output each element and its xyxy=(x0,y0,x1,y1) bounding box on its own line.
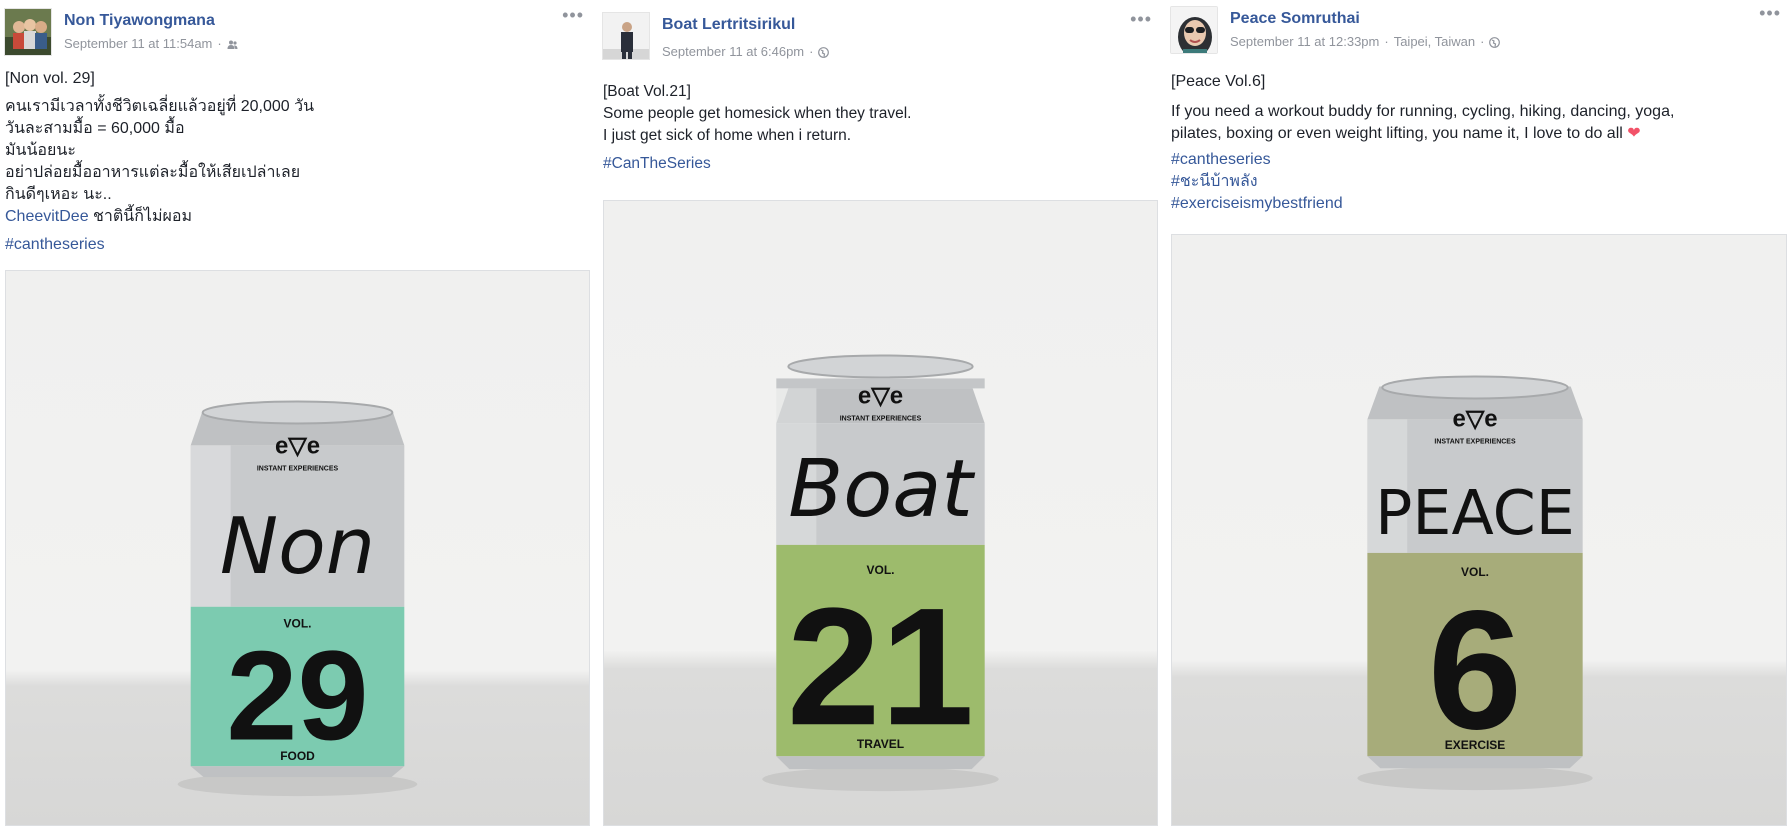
author-name[interactable]: Non Tiyawongmana xyxy=(64,12,215,30)
globe-icon[interactable] xyxy=(1489,36,1501,48)
can-category: FOOD xyxy=(280,749,315,763)
can-brand: e▽e xyxy=(1453,405,1498,432)
can-category: EXERCISE xyxy=(1445,738,1505,752)
text-line: [Boat Vol.21] xyxy=(603,83,691,100)
text-line: [Peace Vol.6] xyxy=(1171,73,1266,90)
timestamp[interactable]: September 11 at 6:46pm xyxy=(662,44,804,59)
text-line: pilates, boxing or even weight lifting, … xyxy=(1171,125,1623,142)
text-line-with-heart: pilates, boxing or even weight lifting, … xyxy=(1171,123,1779,145)
friends-icon[interactable] xyxy=(227,38,238,49)
can-number: 21 xyxy=(787,573,974,761)
author-name[interactable]: Peace Somruthai xyxy=(1230,10,1360,28)
can-illustration: e▽e INSTANT EXPERIENCES Boat VOL. 21 TRA… xyxy=(762,354,999,792)
hashtag-link[interactable]: #CanTheSeries xyxy=(603,153,1150,175)
can-brand-sub: INSTANT EXPERIENCES xyxy=(257,465,339,472)
can-number: 29 xyxy=(226,624,368,767)
text-line: [Non vol. 29] xyxy=(5,70,95,87)
hashtag-link[interactable]: #ชะนีบ้าพลัง xyxy=(1171,171,1779,193)
tag-suffix: ชาตินี้ก็ไม่ผอม xyxy=(88,208,193,225)
can-brand: e▽e xyxy=(858,382,903,409)
timestamp[interactable]: September 11 at 11:54am xyxy=(64,36,212,51)
post-photo[interactable]: e▽e INSTANT EXPERIENCES Boat VOL. 21 TRA… xyxy=(603,200,1158,826)
post-text: [Peace Vol.6] If you need a workout budd… xyxy=(1171,71,1779,215)
more-options-button[interactable]: ••• xyxy=(1759,4,1781,22)
can-name: Non xyxy=(220,502,375,592)
text-line: วันละสามมื้อ = 60,000 มื้อ xyxy=(5,120,185,137)
text-line: กินดีๆเหอะ นะ.. xyxy=(5,186,112,203)
can-illustration: e▽e INSTANT EXPERIENCES PEACE VOL. 6 EXE… xyxy=(1357,375,1593,791)
heart-icon: ❤ xyxy=(1627,125,1641,142)
post-peace: Peace Somruthai September 11 at 12:33pm … xyxy=(1166,0,1787,834)
post-photo[interactable]: e▽e INSTANT EXPERIENCES Non VOL. 29 FOOD xyxy=(5,270,590,826)
can-category: TRAVEL xyxy=(857,737,904,751)
can-name: PEACE xyxy=(1375,477,1575,549)
avatar[interactable] xyxy=(602,12,650,60)
hashtag-link[interactable]: #cantheseries xyxy=(1171,149,1779,171)
avatar[interactable] xyxy=(4,8,52,56)
post-meta: September 11 at 11:54am · xyxy=(64,36,238,51)
post-text: [Non vol. 29] คนเรามีเวลาทั้งชีวิตเฉลี่ย… xyxy=(5,68,582,256)
text-line: มันน้อยนะ xyxy=(5,142,76,159)
text-line: อย่าปล่อยมื้ออาหารแต่ละมื้อให้เสียเปล่าเ… xyxy=(5,164,301,181)
text-line: I just get sick of home when i return. xyxy=(603,127,852,144)
more-options-button[interactable]: ••• xyxy=(562,6,584,24)
hashtag-link[interactable]: #cantheseries xyxy=(5,234,582,256)
timestamp[interactable]: September 11 at 12:33pm xyxy=(1230,34,1379,49)
post-header: Boat Lertritsirikul September 11 at 6:46… xyxy=(602,10,1154,64)
author-name[interactable]: Boat Lertritsirikul xyxy=(662,16,795,34)
tagged-page-link[interactable]: CheevitDee xyxy=(5,208,89,225)
can-illustration: e▽e INSTANT EXPERIENCES Non VOL. 29 FOOD xyxy=(177,400,418,797)
post-header: Peace Somruthai September 11 at 12:33pm … xyxy=(1170,4,1783,58)
post-meta: September 11 at 6:46pm · xyxy=(662,44,830,59)
can-brand-sub: INSTANT EXPERIENCES xyxy=(1434,438,1516,445)
hashtag-link[interactable]: #exerciseismybestfriend xyxy=(1171,193,1779,215)
can-number: 6 xyxy=(1428,575,1522,764)
post-header: Non Tiyawongmana September 11 at 11:54am… xyxy=(4,6,586,60)
text-line: If you need a workout buddy for running,… xyxy=(1171,103,1675,120)
can-brand: e▽e xyxy=(275,432,320,459)
text-line: Some people get homesick when they trave… xyxy=(603,105,912,122)
avatar[interactable] xyxy=(1170,6,1218,54)
post-photo[interactable]: e▽e INSTANT EXPERIENCES PEACE VOL. 6 EXE… xyxy=(1171,234,1787,826)
post-non: Non Tiyawongmana September 11 at 11:54am… xyxy=(0,0,590,834)
can-name: Boat xyxy=(788,442,975,535)
post-boat: Boat Lertritsirikul September 11 at 6:46… xyxy=(598,0,1158,834)
text-line: คนเรามีเวลาทั้งชีวิตเฉลี่ยแล้วอยู่ที่ 20… xyxy=(5,98,314,115)
post-meta: September 11 at 12:33pm · Taipei, Taiwan… xyxy=(1230,34,1501,49)
can-brand-sub: INSTANT EXPERIENCES xyxy=(840,415,922,422)
location-link[interactable]: Taipei, Taiwan xyxy=(1394,34,1475,49)
post-text: [Boat Vol.21] Some people get homesick w… xyxy=(603,81,1150,175)
more-options-button[interactable]: ••• xyxy=(1130,10,1152,28)
tag-line: CheevitDee ชาตินี้ก็ไม่ผอม xyxy=(5,206,582,228)
globe-icon[interactable] xyxy=(818,46,830,58)
